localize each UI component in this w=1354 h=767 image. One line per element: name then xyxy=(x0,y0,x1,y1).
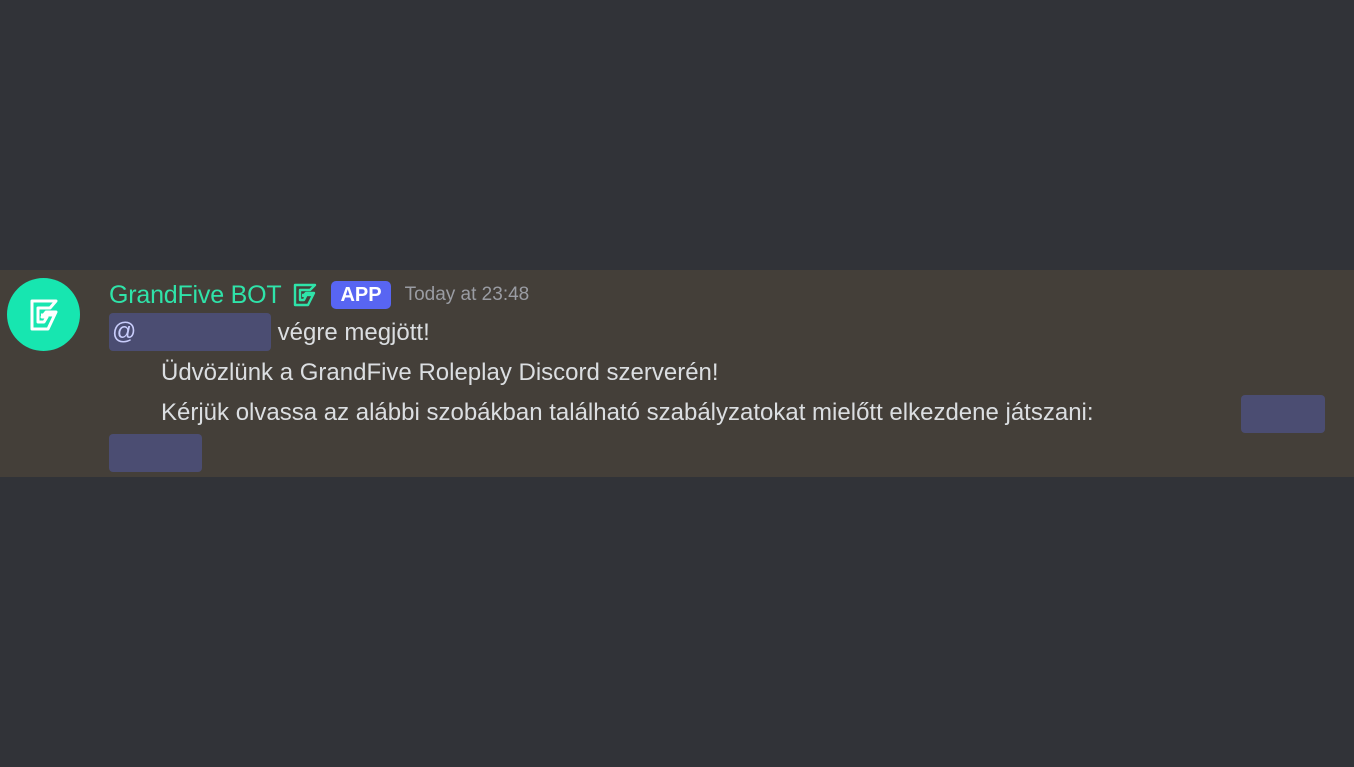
grandfive-role-icon[interactable] xyxy=(291,281,319,309)
grandfive-logo-icon xyxy=(30,299,57,330)
channel-mention-1[interactable] xyxy=(1241,395,1325,433)
user-mention[interactable]: @ xyxy=(109,312,271,351)
message-line-1: @ végre megjött! xyxy=(109,312,1339,353)
avatar[interactable] xyxy=(7,278,80,351)
app-badge: APP xyxy=(331,281,391,309)
author-name[interactable]: GrandFive BOT xyxy=(109,281,282,310)
channel-mention-2[interactable] xyxy=(109,434,202,472)
message-line-3: Kérjük olvassa az alábbi szobákban talál… xyxy=(161,399,1094,426)
message-header: GrandFive BOT APP Today at 23:48 xyxy=(109,278,529,312)
message-line-2: Üdvözlünk a GrandFive Roleplay Discord s… xyxy=(161,359,719,386)
message-timestamp[interactable]: Today at 23:48 xyxy=(405,284,530,306)
line1-text: végre megjött! xyxy=(271,319,430,346)
mention-prefix: @ xyxy=(112,317,137,345)
chat-area: GrandFive BOT APP Today at 23:48 @ végre… xyxy=(0,0,1354,767)
message-content: @ végre megjött! Üdvözlünk a GrandFive R… xyxy=(109,312,1339,433)
